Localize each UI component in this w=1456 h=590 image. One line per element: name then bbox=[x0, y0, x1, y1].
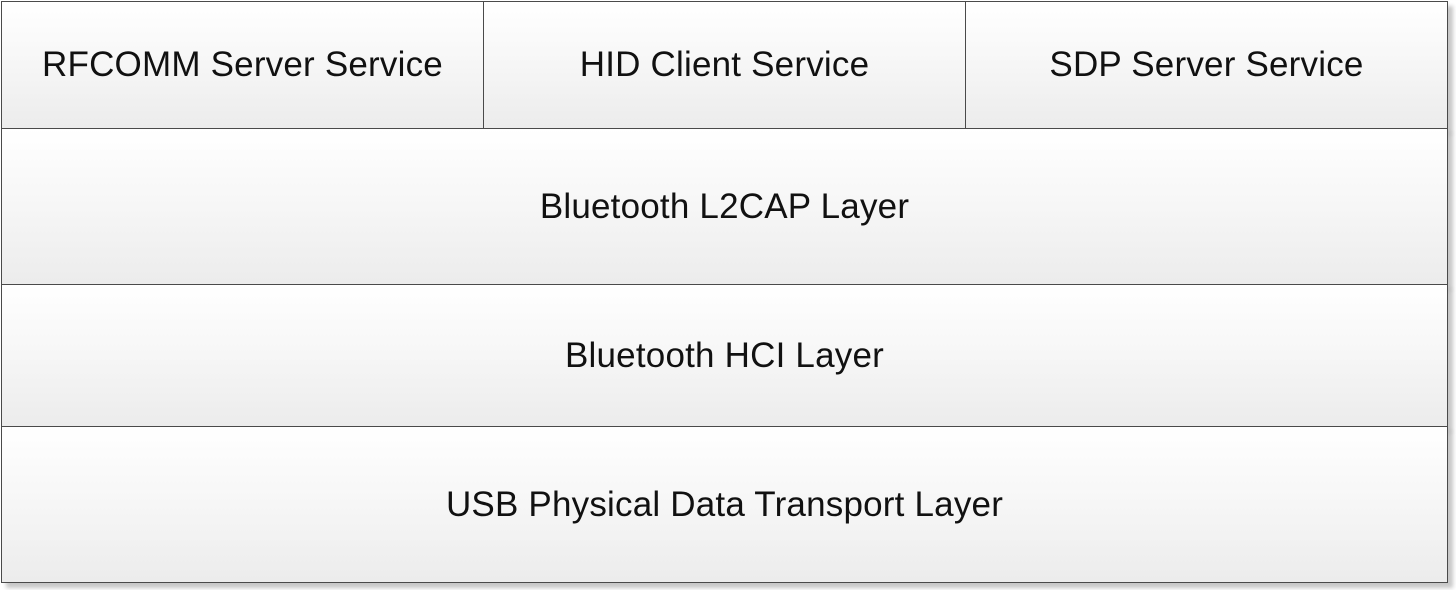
sdp-server-service-label: SDP Server Service bbox=[1049, 45, 1364, 84]
bluetooth-hci-layer-label: Bluetooth HCI Layer bbox=[565, 335, 884, 375]
hid-client-service-label: HID Client Service bbox=[579, 45, 870, 84]
rfcomm-server-service-box: RFCOMM Server Service bbox=[1, 1, 484, 129]
protocol-stack-diagram: RFCOMM Server Service HID Client Service… bbox=[0, 0, 1456, 590]
hid-client-service-box: HID Client Service bbox=[483, 1, 966, 129]
bluetooth-l2cap-layer-box: Bluetooth L2CAP Layer bbox=[1, 128, 1448, 285]
rfcomm-server-service-label: RFCOMM Server Service bbox=[42, 45, 443, 84]
usb-physical-data-transport-layer-box: USB Physical Data Transport Layer bbox=[1, 426, 1448, 583]
bluetooth-hci-layer-box: Bluetooth HCI Layer bbox=[1, 284, 1448, 427]
sdp-server-service-box: SDP Server Service bbox=[965, 1, 1448, 129]
usb-physical-data-transport-layer-label: USB Physical Data Transport Layer bbox=[445, 484, 1004, 524]
bluetooth-l2cap-layer-label: Bluetooth L2CAP Layer bbox=[539, 186, 910, 226]
